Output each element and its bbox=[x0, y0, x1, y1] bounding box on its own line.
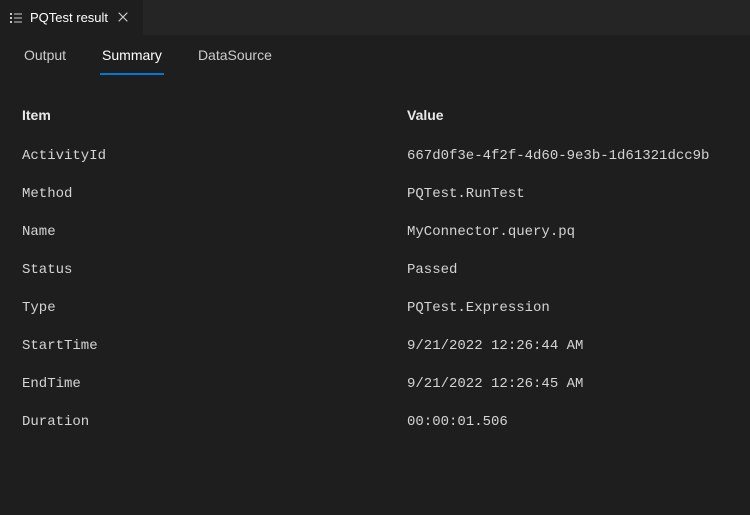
header-item: Item bbox=[22, 107, 407, 123]
row-item: Status bbox=[22, 262, 407, 278]
header-value: Value bbox=[407, 107, 728, 123]
summary-header: Item Value bbox=[22, 95, 728, 137]
row-value: PQTest.Expression bbox=[407, 300, 728, 316]
table-row: ActivityId667d0f3e-4f2f-4d60-9e3b-1d6132… bbox=[22, 137, 728, 175]
tab-output[interactable]: Output bbox=[22, 47, 68, 75]
panel-tab-pqtest-result[interactable]: PQTest result bbox=[0, 0, 143, 35]
row-item: StartTime bbox=[22, 338, 407, 354]
table-row: EndTime9/21/2022 12:26:45 AM bbox=[22, 365, 728, 403]
row-item: EndTime bbox=[22, 376, 407, 392]
close-icon[interactable] bbox=[114, 8, 132, 28]
row-value: 9/21/2022 12:26:45 AM bbox=[407, 376, 728, 392]
row-value: 9/21/2022 12:26:44 AM bbox=[407, 338, 728, 354]
row-value: PQTest.RunTest bbox=[407, 186, 728, 202]
panel-tab-bar: PQTest result bbox=[0, 0, 750, 35]
table-row: StartTime9/21/2022 12:26:44 AM bbox=[22, 327, 728, 365]
row-item: Method bbox=[22, 186, 407, 202]
row-item: ActivityId bbox=[22, 148, 407, 164]
content-tabs: Output Summary DataSource bbox=[0, 35, 750, 75]
row-item: Name bbox=[22, 224, 407, 240]
row-value: Passed bbox=[407, 262, 728, 278]
table-row: TypePQTest.Expression bbox=[22, 289, 728, 327]
row-value: 00:00:01.506 bbox=[407, 414, 728, 430]
table-row: MethodPQTest.RunTest bbox=[22, 175, 728, 213]
panel-tab-title: PQTest result bbox=[30, 10, 108, 25]
tab-summary[interactable]: Summary bbox=[100, 47, 164, 75]
tab-datasource[interactable]: DataSource bbox=[196, 47, 274, 75]
table-row: NameMyConnector.query.pq bbox=[22, 213, 728, 251]
list-icon bbox=[8, 10, 24, 26]
row-value: MyConnector.query.pq bbox=[407, 224, 728, 240]
table-row: Duration00:00:01.506 bbox=[22, 403, 728, 441]
row-item: Type bbox=[22, 300, 407, 316]
summary-table: Item Value ActivityId667d0f3e-4f2f-4d60-… bbox=[0, 75, 750, 441]
row-value: 667d0f3e-4f2f-4d60-9e3b-1d61321dcc9b bbox=[407, 148, 728, 164]
table-row: StatusPassed bbox=[22, 251, 728, 289]
row-item: Duration bbox=[22, 414, 407, 430]
